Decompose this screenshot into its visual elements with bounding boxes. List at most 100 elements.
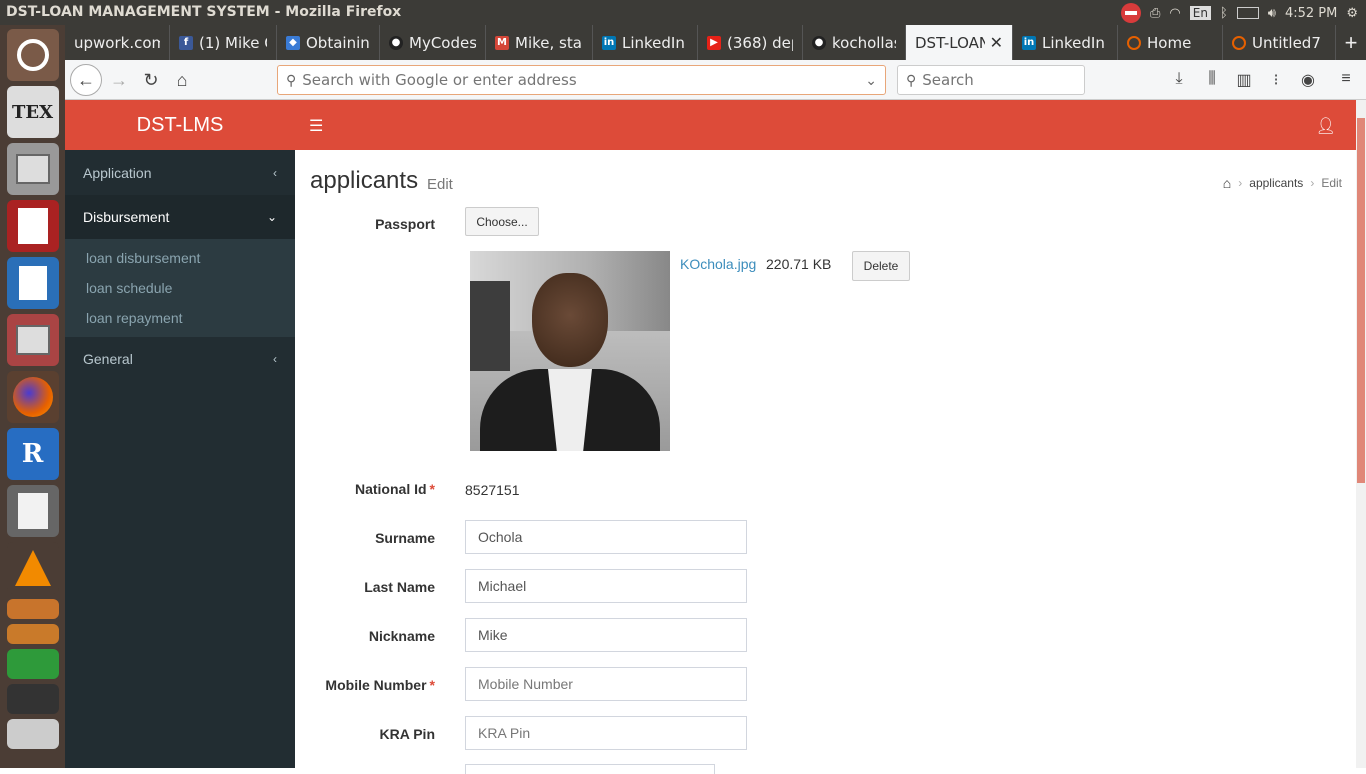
drive-icon[interactable] [6,719,59,749]
sidebar-item-disbursement[interactable]: Disbursement ⌄ [65,195,295,239]
tab-youtube[interactable]: ▶(368) dep [698,25,803,60]
firefox-icon[interactable] [6,371,59,423]
tab-facebook[interactable]: f(1) Mike O [170,25,277,60]
surname-field[interactable] [465,520,747,554]
reload-button[interactable]: ↻ [137,66,165,94]
sidebar-toggle-icon[interactable]: ▥ [1233,70,1255,90]
tab-untitled7[interactable]: Untitled7 [1223,25,1336,60]
tab-strip: upwork.com f(1) Mike O ◆Obtainin ●MyCode… [65,25,1366,60]
kra-pin-field[interactable] [465,716,747,750]
delete-file-button[interactable]: Delete [852,251,910,281]
breadcrumb: ⌂ › applicants › Edit [1223,175,1342,191]
linkedin-icon: in [602,35,616,50]
search-input[interactable] [922,71,1073,89]
shield-icon: ◆ [286,35,300,50]
document-viewer-icon[interactable] [6,200,59,252]
writer-icon[interactable] [6,257,59,309]
navigation-toolbar: ← → ↻ ⌂ ⚲ ⌄ ⚲ ⤓ ⫼ ▥ ⁝ ◉ ≡ [65,60,1366,100]
back-button[interactable]: ← [70,64,102,96]
surname-label: Surname [375,530,435,546]
sidebar-item-label: Disbursement [83,209,170,225]
new-tab-button[interactable]: + [1336,25,1366,60]
forward-arrow-icon: → [110,69,128,90]
sidebar-item-label: Application [83,165,152,181]
submenu-item-loan-disbursement[interactable]: loan disbursement [65,243,295,273]
next-field-edge[interactable] [465,764,715,774]
mobile-number-field[interactable] [465,667,747,701]
url-input[interactable] [302,71,843,89]
tab-linkedin[interactable]: in LinkedIn [593,25,698,60]
account-icon[interactable]: ◉ [1297,70,1319,90]
chevron-down-icon[interactable]: ⌄ [865,72,877,89]
keyboard-layout-indicator[interactable]: En [1189,6,1211,20]
facebook-icon: f [179,35,193,50]
texmaker-icon[interactable]: TEX [6,86,59,138]
tab-kochollas[interactable]: ● kochollas [803,25,906,60]
volume-icon[interactable]: 🔊︎ [1268,6,1276,21]
bluetooth-icon[interactable]: ᛒ [1220,6,1228,21]
vlc-icon[interactable] [6,542,59,594]
tab-linkedin-2[interactable]: in LinkedIn [1013,25,1118,60]
breadcrumb-separator: › [1310,176,1315,190]
back-arrow-icon: ← [77,69,95,90]
gmail-icon: M [495,35,509,50]
breadcrumb-edit: Edit [1321,176,1342,190]
tab-obtaining[interactable]: ◆ Obtainin [277,25,380,60]
disbursement-submenu: loan disbursement loan schedule loan rep… [65,239,295,337]
files-2-icon[interactable] [6,314,59,366]
uploaded-file-link[interactable]: KOchola.jpg [680,256,756,272]
tab-gmail[interactable]: M Mike, sta [486,25,593,60]
breadcrumb-applicants[interactable]: applicants [1249,176,1303,190]
app-sidebar: DST-LMS Application ‹ Disbursement ⌄ loa… [65,100,295,768]
do-not-disturb-icon[interactable] [1121,3,1141,23]
calc-icon[interactable] [6,649,59,679]
choose-file-button[interactable]: Choose... [465,207,539,236]
launcher: TEX R [0,25,65,768]
impress-icon[interactable] [6,624,59,644]
user-icon[interactable]: 👤︎ [1316,116,1336,136]
window-title: DST-LOAN MANAGEMENT SYSTEM - Mozilla Fir… [6,4,402,20]
scrollbar-thumb[interactable] [1357,118,1365,483]
text-editor-icon[interactable] [6,485,59,537]
tab-upwork[interactable]: upwork.com [65,25,170,60]
hamburger-menu-icon[interactable]: ☰ [309,116,323,136]
app-header: ☰ 👤︎ [295,100,1356,150]
extension-icon[interactable]: ⁝ [1265,70,1287,90]
screenshot-icon[interactable] [6,684,59,714]
settings-gear-icon[interactable]: ⚙ [1346,6,1358,21]
last-name-field[interactable] [465,569,747,603]
search-bar[interactable]: ⚲ [897,65,1085,95]
battery-icon[interactable] [1236,7,1259,19]
chevron-down-icon: ⌄ [266,210,277,224]
r-language-icon[interactable]: R [6,428,59,480]
system-tray: ⎙ ◠ En ᛒ 🔊︎ 4:52 PM ⚙ [1121,3,1358,23]
ubuntu-dash-icon[interactable] [6,29,59,81]
nickname-field[interactable] [465,618,747,652]
printer-icon[interactable]: ⎙ [1150,6,1160,21]
wifi-icon[interactable]: ◠ [1169,6,1180,21]
amazon-icon[interactable] [6,599,59,619]
home-button[interactable]: ⌂ [168,66,196,94]
library-icon[interactable]: ⫼ [1201,70,1223,90]
submenu-item-loan-repayment[interactable]: loan repayment [65,303,295,333]
url-bar[interactable]: ⚲ ⌄ [277,65,886,95]
files-icon[interactable] [6,143,59,195]
forward-button[interactable]: → [105,66,133,94]
youtube-icon: ▶ [707,35,721,50]
last-name-label: Last Name [364,579,435,595]
menu-icon[interactable]: ≡ [1335,70,1357,90]
tab-home[interactable]: Home [1118,25,1223,60]
required-asterisk: * [429,481,435,497]
brand-logo[interactable]: DST-LMS [65,100,295,150]
clock[interactable]: 4:52 PM [1285,6,1337,21]
tab-mycodes[interactable]: ● MyCodes [380,25,486,60]
close-tab-icon[interactable]: ✕ [990,33,1003,52]
tab-dst-loan[interactable]: DST-LOAN ✕ [906,25,1013,60]
home-icon[interactable]: ⌂ [1223,175,1231,191]
sidebar-item-label: General [83,351,133,367]
submenu-item-loan-schedule[interactable]: loan schedule [65,273,295,303]
downloads-icon[interactable]: ⤓ [1168,70,1190,90]
sidebar-item-general[interactable]: General ‹ [65,337,295,381]
mobile-number-label: Mobile Number * [325,677,435,693]
sidebar-item-application[interactable]: Application ‹ [65,151,295,195]
